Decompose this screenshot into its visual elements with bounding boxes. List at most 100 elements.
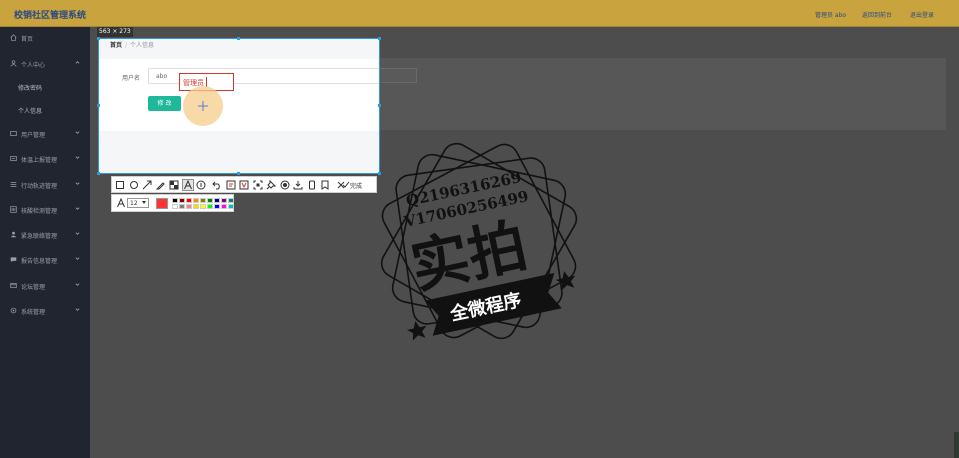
profile-card: 用户名 abo 修 改 — [99, 59, 379, 131]
sidebar-item-personal-info[interactable]: 个人信息 — [0, 104, 90, 118]
user-icon — [10, 60, 17, 67]
color-swatch[interactable] — [221, 204, 227, 209]
pen-icon[interactable] — [156, 180, 166, 190]
color-swatch[interactable] — [179, 204, 185, 209]
sidebar-item-track[interactable]: 行动轨迹管理 — [0, 179, 90, 193]
bookmark-icon[interactable] — [320, 180, 330, 190]
resize-handle-br[interactable] — [378, 172, 381, 175]
record-icon[interactable] — [280, 180, 290, 190]
color-swatch[interactable] — [228, 198, 234, 203]
sidebar-item-temperature[interactable]: 体温上报管理 — [0, 153, 90, 167]
ellipse-icon[interactable] — [129, 180, 139, 190]
resize-handle-tr[interactable] — [378, 37, 381, 40]
color-swatch[interactable] — [179, 198, 185, 203]
logout-link[interactable]: 退出登录 — [910, 10, 934, 19]
font-size-value: 12 — [130, 200, 138, 207]
chevron-down-icon — [75, 308, 80, 311]
star-icon — [406, 321, 427, 341]
breadcrumb-separator: / — [125, 42, 128, 49]
test-icon — [10, 206, 17, 213]
sidebar-item-report-info[interactable]: 报告信息管理 — [0, 254, 90, 268]
color-swatch[interactable] — [186, 198, 192, 203]
resize-handle-b[interactable] — [237, 172, 240, 175]
username-value: abo — [156, 73, 168, 80]
resize-handle-tl[interactable] — [97, 37, 100, 40]
mosaic-icon[interactable] — [169, 180, 179, 190]
ocr-icon[interactable] — [226, 180, 236, 190]
color-swatch[interactable] — [193, 204, 199, 209]
scrollbar-thumb[interactable] — [954, 432, 959, 458]
watermark-stamp: Q2196316269 V17060256499 实拍 全微程序 — [380, 142, 578, 341]
users-icon — [10, 131, 17, 136]
breadcrumb-home[interactable]: 首页 — [110, 42, 122, 49]
temperature-icon — [10, 156, 17, 161]
username-label: 用户名 — [122, 75, 141, 82]
screenshot-toolbar: 完成 — [111, 176, 377, 193]
forum-icon — [10, 283, 17, 288]
sidebar-item-forum[interactable]: 论坛管理 — [0, 280, 90, 294]
chevron-down-icon — [75, 283, 80, 286]
phone-icon[interactable] — [307, 180, 317, 190]
long-screenshot-icon[interactable] — [253, 180, 263, 190]
breadcrumb: 首页 / 个人信息 — [110, 40, 154, 49]
color-swatch[interactable] — [207, 198, 213, 203]
settings-icon — [10, 307, 17, 314]
resize-handle-r[interactable] — [378, 104, 381, 107]
resize-handle-bl[interactable] — [97, 172, 100, 175]
chevron-down-icon — [75, 182, 80, 185]
dropdown-arrow-icon — [142, 201, 146, 204]
chevron-up-icon — [75, 61, 80, 64]
text-icon[interactable] — [182, 179, 194, 191]
color-swatch[interactable] — [193, 198, 199, 203]
chevron-down-icon — [75, 257, 80, 260]
color-swatch[interactable] — [207, 204, 213, 209]
chevron-down-icon — [75, 156, 80, 159]
home-icon — [10, 34, 17, 41]
save-icon[interactable] — [293, 180, 303, 190]
contact-icon — [10, 231, 17, 238]
translate-icon[interactable] — [239, 180, 249, 190]
color-swatch[interactable] — [221, 198, 227, 203]
undo-icon[interactable] — [212, 180, 222, 190]
app-title: 校销社区管理系统 — [14, 11, 87, 21]
sidebar-item-change-password[interactable]: 修改密码 — [0, 81, 90, 95]
text-options-bar: 12 — [111, 194, 234, 212]
sidebar-item-users[interactable]: 用户管理 — [0, 128, 90, 142]
resize-handle-l[interactable] — [97, 104, 100, 107]
chevron-down-icon — [75, 131, 80, 134]
sidebar-item-home[interactable]: 首页 — [0, 32, 90, 46]
back-to-front-link[interactable]: 返回到前台 — [862, 10, 892, 19]
color-swatch[interactable] — [214, 198, 220, 203]
chevron-down-icon — [75, 232, 80, 235]
sidebar-item-personal-center[interactable]: 个人中心 — [0, 58, 90, 72]
report-icon — [10, 257, 17, 263]
capture-size-label: 563 × 273 — [97, 27, 133, 37]
font-icon — [117, 198, 125, 208]
sidebar-item-emergency-contact[interactable]: 紧急联络管理 — [0, 229, 90, 243]
color-swatch[interactable] — [200, 198, 206, 203]
sidebar-item-system[interactable]: 系统管理 — [0, 305, 90, 319]
color-swatch[interactable] — [214, 204, 220, 209]
capture-region[interactable]: 首页 / 个人信息 用户名 abo 修 改 — [98, 38, 380, 174]
color-swatch[interactable] — [200, 204, 206, 209]
current-color-swatch[interactable] — [156, 198, 168, 209]
sidebar: 首页 个人中心 修改密码 个人信息 用户管理 体温上报管理 行动轨迹管理 核酸检… — [0, 27, 90, 458]
color-swatch[interactable] — [172, 204, 178, 209]
chevron-down-icon — [75, 207, 80, 210]
breadcrumb-current: 个人信息 — [130, 42, 155, 49]
arrow-icon[interactable] — [142, 180, 152, 190]
color-swatch[interactable] — [228, 204, 234, 209]
rectangle-icon[interactable] — [115, 180, 125, 190]
pin-icon[interactable] — [266, 180, 276, 190]
number-icon[interactable] — [196, 180, 206, 190]
username-input-dimmed — [379, 68, 417, 83]
user-greeting: 管理员 abo — [815, 12, 847, 19]
resize-handle-t[interactable] — [237, 37, 240, 40]
edit-button[interactable]: 修 改 — [148, 96, 181, 111]
check-icon — [342, 181, 350, 188]
color-swatch[interactable] — [186, 204, 192, 209]
done-button[interactable]: 完成 — [350, 181, 362, 190]
top-header: 校销社区管理系统 管理员 abo 返回到前台 退出登录 — [0, 0, 959, 27]
color-swatch[interactable] — [172, 198, 178, 203]
sidebar-item-nucleic-test[interactable]: 核酸检测管理 — [0, 204, 90, 218]
